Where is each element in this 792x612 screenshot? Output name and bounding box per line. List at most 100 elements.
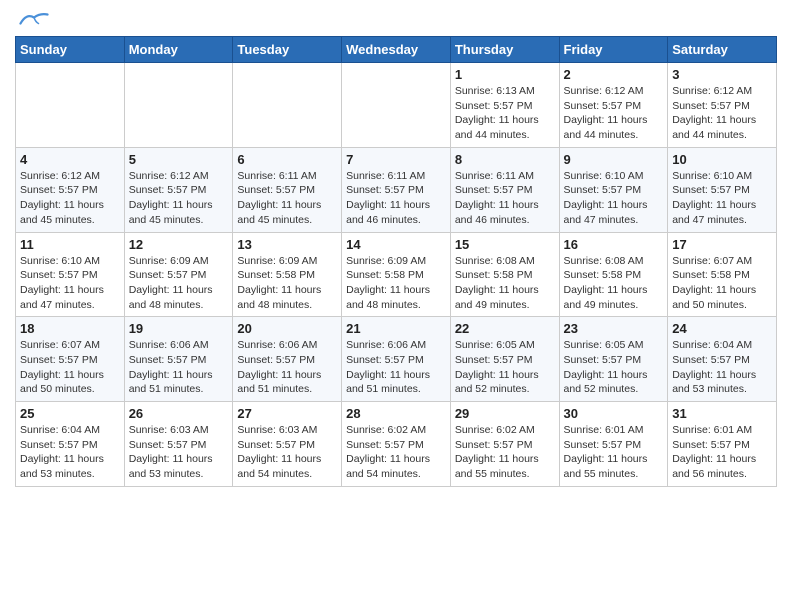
weekday-header-sunday: Sunday [16, 37, 125, 63]
day-info: Sunrise: 6:03 AMSunset: 5:57 PMDaylight:… [237, 423, 337, 482]
day-number: 9 [564, 152, 664, 167]
day-info: Sunrise: 6:11 AMSunset: 5:57 PMDaylight:… [455, 169, 555, 228]
calendar-week-1: 1Sunrise: 6:13 AMSunset: 5:57 PMDaylight… [16, 63, 777, 148]
calendar-cell: 27 Sunrise: 6:03 AMSunset: 5:57 PMDayligh… [233, 402, 342, 487]
day-number: 31 [672, 406, 772, 421]
day-info: Sunrise: 6:02 AMSunset: 5:57 PMDaylight:… [346, 423, 446, 482]
day-number: 10 [672, 152, 772, 167]
day-info: Sunrise: 6:07 AMSunset: 5:58 PMDaylight:… [672, 254, 772, 313]
calendar-header-row: SundayMondayTuesdayWednesdayThursdayFrid… [16, 37, 777, 63]
day-info: Sunrise: 6:02 AMSunset: 5:57 PMDaylight:… [455, 423, 555, 482]
day-number: 22 [455, 321, 555, 336]
calendar-cell: 23 Sunrise: 6:05 AMSunset: 5:57 PMDayligh… [559, 317, 668, 402]
day-info: Sunrise: 6:10 AMSunset: 5:57 PMDaylight:… [564, 169, 664, 228]
day-info: Sunrise: 6:11 AMSunset: 5:57 PMDaylight:… [346, 169, 446, 228]
calendar-cell: 3 Sunrise: 6:12 AMSunset: 5:57 PMDaylight… [668, 63, 777, 148]
calendar-cell: 29 Sunrise: 6:02 AMSunset: 5:57 PMDayligh… [450, 402, 559, 487]
calendar-week-2: 4 Sunrise: 6:12 AMSunset: 5:57 PMDaylight… [16, 147, 777, 232]
day-info: Sunrise: 6:06 AMSunset: 5:57 PMDaylight:… [237, 338, 337, 397]
weekday-header-tuesday: Tuesday [233, 37, 342, 63]
day-info: Sunrise: 6:12 AMSunset: 5:57 PMDaylight:… [564, 84, 664, 143]
day-info: Sunrise: 6:10 AMSunset: 5:57 PMDaylight:… [672, 169, 772, 228]
calendar-cell: 2 Sunrise: 6:12 AMSunset: 5:57 PMDaylight… [559, 63, 668, 148]
day-info: Sunrise: 6:12 AMSunset: 5:57 PMDaylight:… [129, 169, 229, 228]
calendar-week-3: 11Sunrise: 6:10 AMSunset: 5:57 PMDayligh… [16, 232, 777, 317]
day-number: 1 [455, 67, 555, 82]
calendar-cell: 10 Sunrise: 6:10 AMSunset: 5:57 PMDayligh… [668, 147, 777, 232]
calendar-cell: 22Sunrise: 6:05 AMSunset: 5:57 PMDayligh… [450, 317, 559, 402]
calendar-cell: 13 Sunrise: 6:09 AMSunset: 5:58 PMDayligh… [233, 232, 342, 317]
day-info: Sunrise: 6:08 AMSunset: 5:58 PMDaylight:… [455, 254, 555, 313]
calendar-cell: 6 Sunrise: 6:11 AMSunset: 5:57 PMDaylight… [233, 147, 342, 232]
calendar-cell: 11Sunrise: 6:10 AMSunset: 5:57 PMDayligh… [16, 232, 125, 317]
calendar-cell: 12Sunrise: 6:09 AMSunset: 5:57 PMDayligh… [124, 232, 233, 317]
day-info: Sunrise: 6:06 AMSunset: 5:57 PMDaylight:… [129, 338, 229, 397]
weekday-header-saturday: Saturday [668, 37, 777, 63]
day-info: Sunrise: 6:09 AMSunset: 5:58 PMDaylight:… [237, 254, 337, 313]
day-number: 18 [20, 321, 120, 336]
day-number: 21 [346, 321, 446, 336]
day-number: 20 [237, 321, 337, 336]
calendar-cell: 31 Sunrise: 6:01 AMSunset: 5:57 PMDayligh… [668, 402, 777, 487]
day-info: Sunrise: 6:05 AMSunset: 5:57 PMDaylight:… [564, 338, 664, 397]
calendar-cell: 28 Sunrise: 6:02 AMSunset: 5:57 PMDayligh… [342, 402, 451, 487]
logo [15, 10, 49, 28]
calendar-cell: 16 Sunrise: 6:08 AMSunset: 5:58 PMDayligh… [559, 232, 668, 317]
calendar-cell: 17 Sunrise: 6:07 AMSunset: 5:58 PMDayligh… [668, 232, 777, 317]
day-number: 4 [20, 152, 120, 167]
calendar-cell: 8Sunrise: 6:11 AMSunset: 5:57 PMDaylight… [450, 147, 559, 232]
day-number: 23 [564, 321, 664, 336]
calendar-cell: 1Sunrise: 6:13 AMSunset: 5:57 PMDaylight… [450, 63, 559, 148]
day-number: 13 [237, 237, 337, 252]
day-number: 24 [672, 321, 772, 336]
calendar-cell: 14 Sunrise: 6:09 AMSunset: 5:58 PMDayligh… [342, 232, 451, 317]
day-number: 5 [129, 152, 229, 167]
day-number: 15 [455, 237, 555, 252]
weekday-header-monday: Monday [124, 37, 233, 63]
calendar-table: SundayMondayTuesdayWednesdayThursdayFrid… [15, 36, 777, 487]
calendar-week-5: 25 Sunrise: 6:04 AMSunset: 5:57 PMDayligh… [16, 402, 777, 487]
weekday-header-wednesday: Wednesday [342, 37, 451, 63]
day-number: 17 [672, 237, 772, 252]
day-info: Sunrise: 6:10 AMSunset: 5:57 PMDaylight:… [20, 254, 120, 313]
calendar-cell: 18 Sunrise: 6:07 AMSunset: 5:57 PMDayligh… [16, 317, 125, 402]
day-number: 30 [564, 406, 664, 421]
calendar-cell [124, 63, 233, 148]
day-info: Sunrise: 6:12 AMSunset: 5:57 PMDaylight:… [672, 84, 772, 143]
day-number: 28 [346, 406, 446, 421]
calendar-cell: 15 Sunrise: 6:08 AMSunset: 5:58 PMDayligh… [450, 232, 559, 317]
calendar-cell: 20 Sunrise: 6:06 AMSunset: 5:57 PMDayligh… [233, 317, 342, 402]
day-number: 2 [564, 67, 664, 82]
day-number: 16 [564, 237, 664, 252]
calendar-cell: 26Sunrise: 6:03 AMSunset: 5:57 PMDayligh… [124, 402, 233, 487]
logo-bird-icon [19, 10, 49, 28]
calendar-cell: 7Sunrise: 6:11 AMSunset: 5:57 PMDaylight… [342, 147, 451, 232]
day-number: 27 [237, 406, 337, 421]
calendar-cell [342, 63, 451, 148]
day-info: Sunrise: 6:09 AMSunset: 5:58 PMDaylight:… [346, 254, 446, 313]
weekday-header-friday: Friday [559, 37, 668, 63]
page-header [15, 10, 777, 28]
day-number: 3 [672, 67, 772, 82]
calendar-cell: 5 Sunrise: 6:12 AMSunset: 5:57 PMDaylight… [124, 147, 233, 232]
day-number: 6 [237, 152, 337, 167]
calendar-cell [16, 63, 125, 148]
calendar-week-4: 18 Sunrise: 6:07 AMSunset: 5:57 PMDayligh… [16, 317, 777, 402]
day-number: 14 [346, 237, 446, 252]
day-info: Sunrise: 6:04 AMSunset: 5:57 PMDaylight:… [20, 423, 120, 482]
day-info: Sunrise: 6:06 AMSunset: 5:57 PMDaylight:… [346, 338, 446, 397]
day-number: 29 [455, 406, 555, 421]
calendar-cell: 9 Sunrise: 6:10 AMSunset: 5:57 PMDaylight… [559, 147, 668, 232]
weekday-header-thursday: Thursday [450, 37, 559, 63]
day-number: 25 [20, 406, 120, 421]
day-info: Sunrise: 6:01 AMSunset: 5:57 PMDaylight:… [672, 423, 772, 482]
day-info: Sunrise: 6:04 AMSunset: 5:57 PMDaylight:… [672, 338, 772, 397]
day-info: Sunrise: 6:01 AMSunset: 5:57 PMDaylight:… [564, 423, 664, 482]
calendar-cell: 21 Sunrise: 6:06 AMSunset: 5:57 PMDayligh… [342, 317, 451, 402]
day-info: Sunrise: 6:11 AMSunset: 5:57 PMDaylight:… [237, 169, 337, 228]
calendar-cell: 30 Sunrise: 6:01 AMSunset: 5:57 PMDayligh… [559, 402, 668, 487]
day-info: Sunrise: 6:08 AMSunset: 5:58 PMDaylight:… [564, 254, 664, 313]
day-number: 26 [129, 406, 229, 421]
day-info: Sunrise: 6:07 AMSunset: 5:57 PMDaylight:… [20, 338, 120, 397]
day-number: 12 [129, 237, 229, 252]
